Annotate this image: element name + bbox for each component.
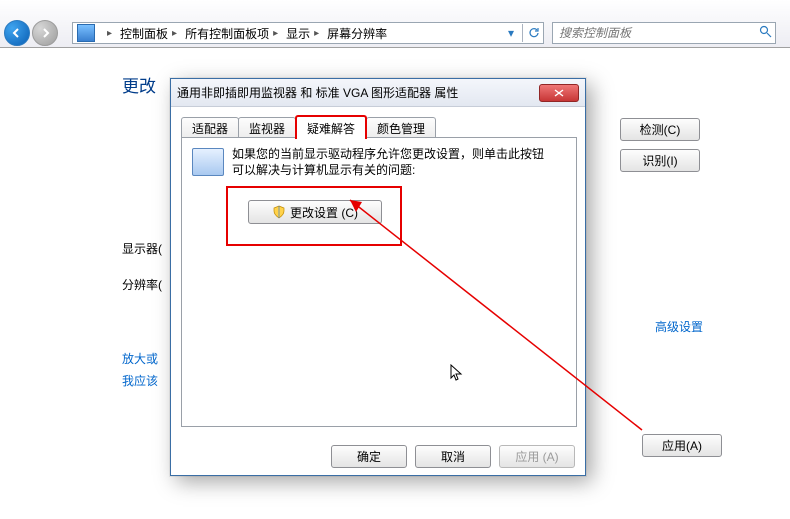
refresh-icon (528, 27, 540, 39)
dialog-titlebar[interactable]: 通用非即插即用监视器 和 标准 VGA 图形适配器 属性 (171, 79, 585, 107)
tab-color-management[interactable]: 颜色管理 (366, 117, 436, 139)
nav-back-button[interactable] (4, 20, 30, 46)
close-button[interactable] (539, 84, 579, 102)
breadcrumb-label: 显示 (286, 25, 310, 42)
advanced-settings-link[interactable]: 高级设置 (655, 318, 703, 335)
change-settings-label: 更改设置 (C) (290, 204, 358, 221)
dialog-action-row: 确定 取消 应用 (A) (171, 437, 585, 475)
tip-text-line: 如果您的当前显示驱动程序允许您更改设置，则单击此按钮 (232, 147, 544, 161)
breadcrumb[interactable]: 显示▸ (282, 23, 323, 43)
tab-troubleshoot[interactable]: 疑难解答 (295, 115, 367, 139)
breadcrumb[interactable]: ▸ (99, 23, 116, 43)
arrow-right-icon (39, 27, 51, 39)
tab-panel-troubleshoot: 如果您的当前显示驱动程序允许您更改设置，则单击此按钮 可以解决与计算机显示有关的… (181, 137, 577, 427)
search-box[interactable] (552, 22, 776, 44)
close-icon (554, 89, 564, 97)
shield-icon (272, 205, 286, 219)
tab-monitor[interactable]: 监视器 (238, 117, 296, 139)
tab-strip: 适配器 监视器 疑难解答 颜色管理 (181, 115, 435, 139)
breadcrumb-label: 所有控制面板项 (185, 25, 269, 42)
dialog-title: 通用非即插即用监视器 和 标准 VGA 图形适配器 属性 (177, 84, 458, 101)
apply-button[interactable]: 应用 (A) (499, 445, 575, 468)
refresh-button[interactable] (525, 24, 543, 42)
apply-button-outer[interactable]: 应用(A) (642, 434, 722, 457)
search-input[interactable] (553, 26, 755, 40)
identify-button[interactable]: 识别(I) (620, 149, 700, 172)
tab-adapter[interactable]: 适配器 (181, 117, 239, 139)
nav-forward-button[interactable] (32, 20, 58, 46)
change-settings-button[interactable]: 更改设置 (C) (248, 200, 382, 224)
arrow-left-icon (11, 27, 23, 39)
ok-button[interactable]: 确定 (331, 445, 407, 468)
monitor-label: 显示器( (122, 240, 162, 257)
tip-text-line: 可以解决与计算机显示有关的问题: (232, 163, 415, 177)
link-enlarge-text[interactable]: 放大或 (122, 350, 158, 367)
cancel-button[interactable]: 取消 (415, 445, 491, 468)
link-what-settings[interactable]: 我应该 (122, 372, 158, 389)
adapter-properties-dialog: 通用非即插即用监视器 和 标准 VGA 图形适配器 属性 适配器 监视器 疑难解… (170, 78, 586, 476)
control-panel-icon (77, 24, 95, 42)
monitor-icon (192, 148, 224, 176)
explorer-header: ▸ 控制面板▸ 所有控制面板项▸ 显示▸ 屏幕分辨率 ▾ (0, 0, 790, 48)
breadcrumb-label: 屏幕分辨率 (327, 25, 387, 42)
detect-button[interactable]: 检测(C) (620, 118, 700, 141)
breadcrumb[interactable]: 屏幕分辨率 (323, 23, 391, 43)
breadcrumb[interactable]: 所有控制面板项▸ (181, 23, 282, 43)
resolution-label: 分辨率( (122, 276, 162, 293)
troubleshoot-tip: 如果您的当前显示驱动程序允许您更改设置，则单击此按钮 可以解决与计算机显示有关的… (232, 146, 562, 178)
breadcrumb-label: 控制面板 (120, 25, 168, 42)
page-title: 更改 (122, 72, 156, 97)
breadcrumb[interactable]: 控制面板▸ (116, 23, 181, 43)
search-icon[interactable] (755, 25, 775, 41)
address-bar[interactable]: ▸ 控制面板▸ 所有控制面板项▸ 显示▸ 屏幕分辨率 ▾ (72, 22, 544, 44)
show-path-dropdown[interactable]: ▾ (502, 24, 520, 42)
